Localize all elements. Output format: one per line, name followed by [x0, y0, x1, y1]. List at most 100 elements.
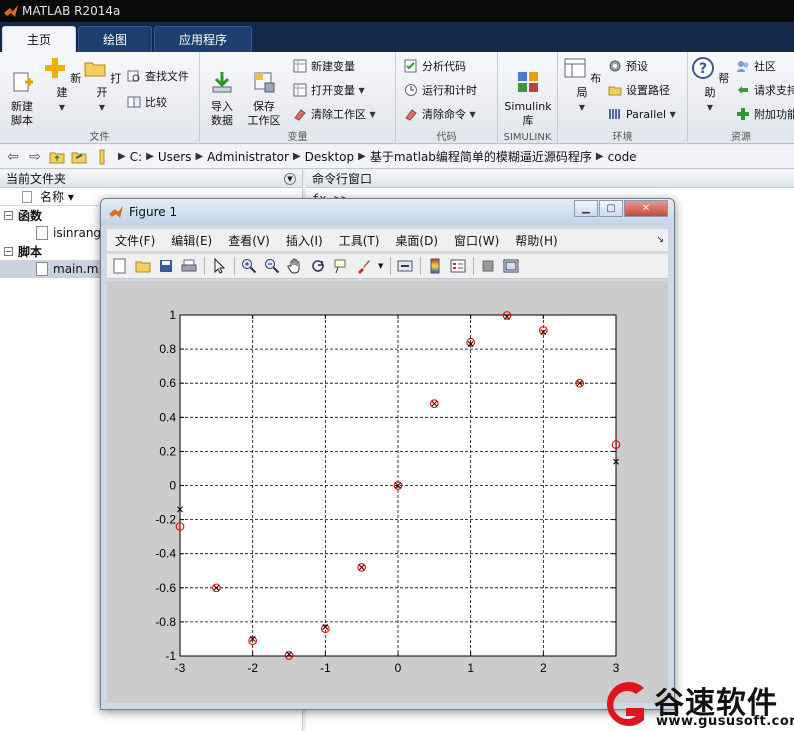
close-button[interactable]: ✕	[624, 200, 668, 217]
tab-apps[interactable]: 应用程序	[154, 26, 253, 52]
path-segment[interactable]: Administrator	[207, 150, 289, 164]
open-variable-button[interactable]: 打开变量 ▼	[293, 80, 365, 100]
set-path-button[interactable]: 设置路径	[608, 80, 670, 100]
maximize-button[interactable]: ▢	[599, 200, 623, 217]
data-cursor-icon[interactable]	[332, 257, 350, 275]
menu-dock-icon[interactable]: ↘	[656, 235, 664, 245]
menu-desktop[interactable]: 桌面(D)	[387, 232, 446, 249]
gear-icon	[609, 60, 621, 72]
import-data-button[interactable]: 导入 数据	[202, 56, 242, 128]
y-tick-label: -1	[165, 649, 176, 663]
x-tick-label: 0	[395, 661, 402, 675]
clear-commands-icon	[405, 109, 417, 121]
brush-icon[interactable]	[355, 257, 373, 275]
path-segment[interactable]: Users	[158, 150, 192, 164]
simulink-library-button[interactable]: Simulink 库	[500, 56, 556, 128]
hide-tools-icon[interactable]	[479, 257, 497, 275]
analyze-code-button[interactable]: 分析代码	[404, 56, 466, 76]
preferences-button[interactable]: 预设	[608, 56, 648, 76]
path-segment[interactable]: Desktop	[305, 150, 355, 164]
command-window-header: 命令行窗口	[306, 170, 794, 188]
simulink-library-label: Simulink 库	[504, 100, 552, 127]
colorbar-icon[interactable]	[426, 257, 444, 275]
run-and-time-button[interactable]: 运行和计时	[404, 80, 477, 100]
path-segment[interactable]: 基于matlab编程简单的模糊逼近源码程序	[370, 148, 592, 165]
root-folder-icon[interactable]	[96, 148, 114, 166]
clear-workspace-button[interactable]: 清除工作区 ▼	[293, 104, 376, 124]
toolbar-separator	[204, 257, 205, 275]
new-figure-icon[interactable]	[111, 257, 129, 275]
new-button[interactable]: 新建 ▼	[42, 56, 82, 115]
panel-menu-icon[interactable]: ▼	[284, 172, 296, 185]
compare-button[interactable]: 比较	[127, 92, 167, 112]
file-group: 新建 脚本 新建 ▼ 打开 ▼ 查找文件 比较 文件	[0, 52, 200, 144]
open-folder-icon	[84, 62, 106, 77]
community-label: 社区	[754, 60, 776, 73]
brush-dropdown-icon[interactable]: ▼	[378, 262, 383, 270]
tab-home[interactable]: 主页	[2, 26, 77, 52]
find-files-button[interactable]: 查找文件	[127, 66, 189, 86]
layout-button[interactable]: 布局 ▼	[562, 56, 602, 115]
path-segment[interactable]: C:	[130, 150, 142, 164]
clear-commands-button[interactable]: 清除命令 ▼	[404, 104, 476, 124]
forward-arrow-icon[interactable]: ⇨	[26, 148, 44, 166]
open-button[interactable]: 打开 ▼	[82, 56, 122, 115]
y-tick-label: 0.6	[159, 376, 176, 390]
menu-insert[interactable]: 插入(I)	[278, 232, 331, 249]
new-script-label: 新建 脚本	[11, 100, 33, 127]
add-ons-button[interactable]: 附加功能	[736, 104, 794, 124]
y-tick-label: 1	[169, 308, 176, 322]
collapse-icon[interactable]: −	[4, 246, 13, 256]
function-file-icon	[36, 226, 48, 240]
x-tick-label: 2	[540, 661, 547, 675]
request-support-button[interactable]: 请求支持	[736, 80, 794, 100]
matlab-logo-icon	[4, 5, 18, 17]
menu-help[interactable]: 帮助(H)	[507, 232, 565, 249]
new-variable-button[interactable]: 新建变量	[293, 56, 355, 76]
legend-icon[interactable]	[449, 257, 467, 275]
pointer-icon[interactable]	[210, 257, 228, 275]
new-script-icon	[13, 72, 33, 92]
menu-edit[interactable]: 编辑(E)	[163, 232, 220, 249]
browse-folder-icon[interactable]	[70, 148, 88, 166]
add-ons-label: 附加功能	[754, 108, 794, 121]
new-plus-icon	[44, 58, 65, 78]
print-icon[interactable]	[180, 257, 198, 275]
request-support-icon	[738, 86, 748, 94]
save-workspace-button[interactable]: 保存 工作区	[244, 56, 284, 128]
menu-tools[interactable]: 工具(T)	[331, 232, 388, 249]
request-support-label: 请求支持	[754, 84, 794, 97]
path-segment[interactable]: code	[608, 150, 637, 164]
menu-file[interactable]: 文件(F)	[107, 232, 163, 249]
community-button[interactable]: 社区	[736, 56, 776, 76]
pan-icon[interactable]	[286, 257, 304, 275]
menu-window[interactable]: 窗口(W)	[446, 232, 507, 249]
resources-group-label: 资源	[731, 132, 751, 143]
scatter-plot[interactable]: -3 -2 -1 0 1 2 3 -1 -0.8 -0.6 -0.4 -0.2 0 0.2 0.4 0.6 0.…	[107, 281, 668, 703]
back-arrow-icon[interactable]: ⇦	[4, 148, 22, 166]
ribbon-tabs: 主页 绘图 应用程序	[0, 22, 794, 52]
collapse-icon[interactable]: −	[4, 210, 13, 220]
simulink-library-icon	[518, 72, 538, 92]
up-folder-icon[interactable]	[48, 148, 66, 166]
zoom-out-icon[interactable]	[263, 257, 281, 275]
parallel-button[interactable]: Parallel ▼	[608, 104, 676, 124]
menu-view[interactable]: 查看(V)	[220, 232, 278, 249]
minimize-button[interactable]: ▁	[574, 200, 598, 217]
import-data-label: 导入 数据	[211, 100, 233, 127]
address-bar: ⇦ ⇨ ▶ C: ▶ Users ▶ Administrator ▶ Deskt…	[0, 145, 794, 169]
figure-title-bar[interactable]: Figure 1 ▁ ▢ ✕	[101, 199, 674, 225]
zoom-in-icon[interactable]	[240, 257, 258, 275]
help-button[interactable]: ? 帮助 ▼	[690, 56, 730, 115]
y-tick-label: -0.4	[155, 547, 176, 561]
tab-plots[interactable]: 绘图	[78, 26, 153, 52]
link-icon[interactable]	[396, 257, 414, 275]
x-tick-label: 1	[467, 661, 474, 675]
show-tools-icon[interactable]	[502, 257, 520, 275]
open-file-icon[interactable]	[134, 257, 152, 275]
open-variable-label: 打开变量	[311, 84, 355, 97]
rotate-icon[interactable]	[309, 257, 327, 275]
save-icon[interactable]	[157, 257, 175, 275]
new-script-button[interactable]: 新建 脚本	[2, 56, 42, 128]
figure-canvas: -3 -2 -1 0 1 2 3 -1 -0.8 -0.6 -0.4 -0.2 0 0.2 0.4 0.6 0.…	[107, 281, 668, 703]
